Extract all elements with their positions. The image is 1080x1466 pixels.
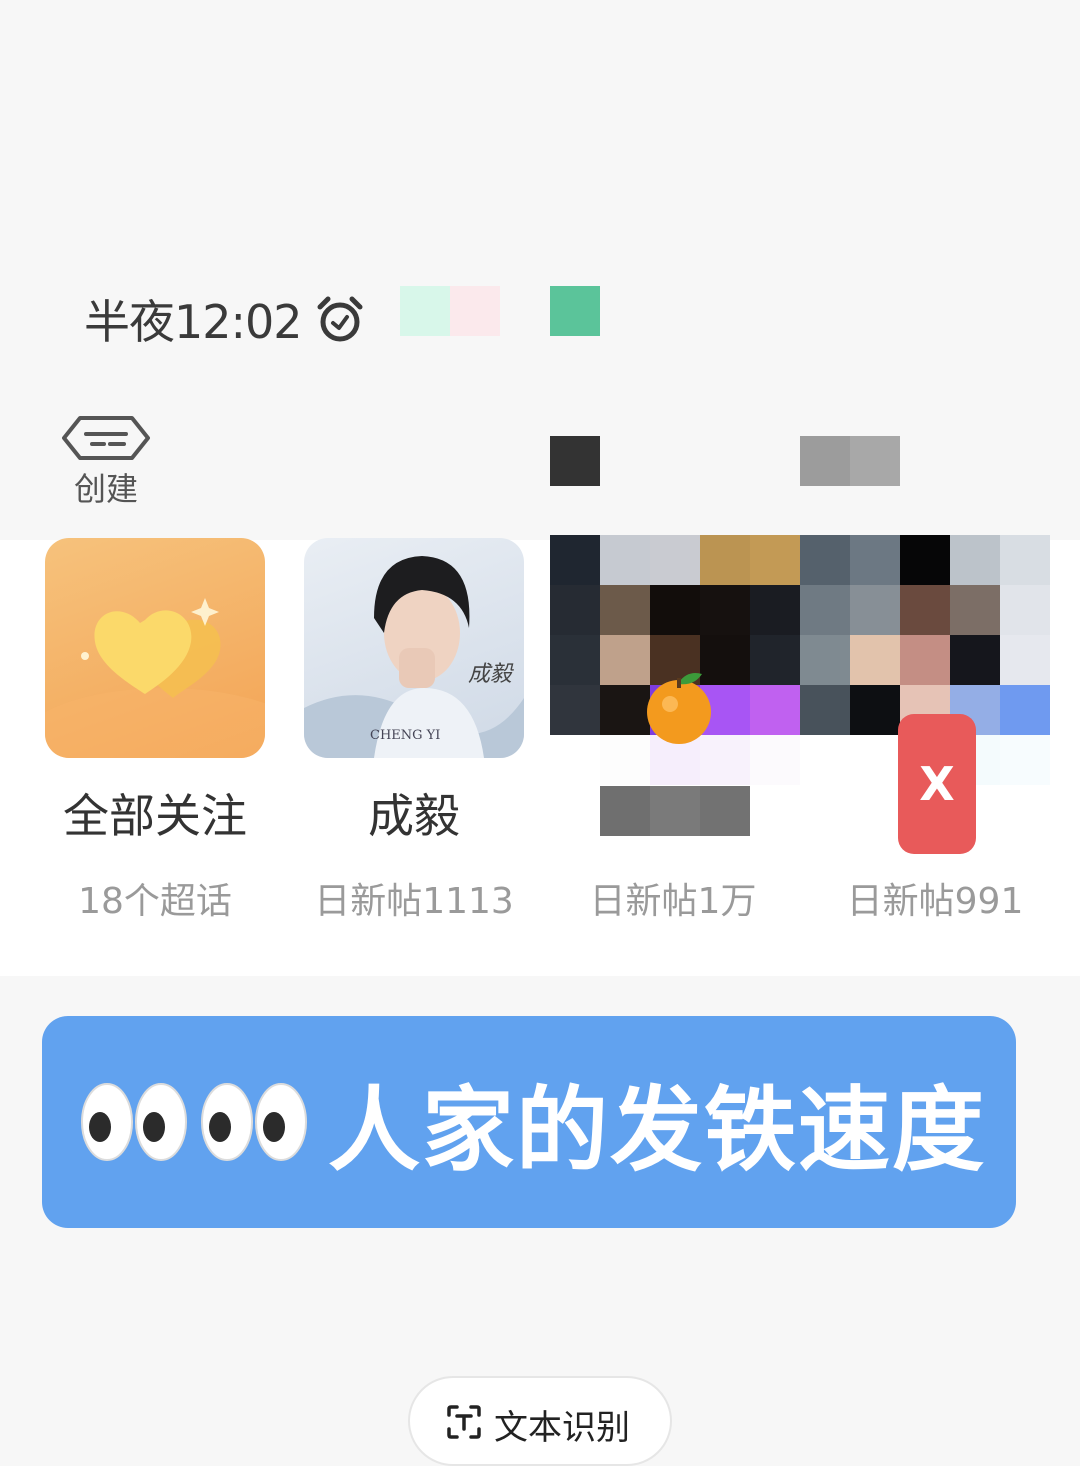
all-follow-card[interactable]	[45, 538, 265, 758]
eyes-icon	[200, 1079, 308, 1165]
topic-name-chengyi: 成毅	[368, 789, 460, 843]
topic-subtitle-chengyi: 日新帖1113	[314, 881, 514, 922]
banner-caption: 人家的发铁速度	[328, 1076, 987, 1184]
chengyi-card[interactable]: 成毅 CHENG YI	[304, 538, 524, 758]
status-mosaic-2	[450, 286, 500, 336]
alarm-clock-icon	[317, 296, 363, 342]
toolbar-mosaic-3	[850, 436, 900, 486]
text-recognition-button[interactable]: 文本识别	[408, 1376, 672, 1466]
orange-fruit-icon	[647, 673, 711, 744]
toolbar-mosaic-2	[800, 436, 850, 486]
close-button[interactable]: X	[898, 714, 976, 854]
status-bar: 半夜12:02	[84, 284, 366, 354]
name-mosaic-1	[600, 786, 650, 836]
eyes-icon	[80, 1079, 188, 1165]
status-mosaic-1	[400, 286, 450, 336]
chengyi-cover-image	[304, 556, 524, 758]
name-mosaic-2	[650, 786, 700, 836]
caption-banner: 人家的发铁速度	[42, 1016, 1016, 1228]
name-mosaic-3	[700, 786, 750, 836]
status-time: 半夜12:02	[84, 295, 303, 349]
chengyi-cover-title: 成毅	[468, 662, 513, 687]
status-mosaic-3	[550, 286, 600, 336]
topic-subtitle-4: 日新帖991	[846, 881, 1024, 922]
heart-icon	[45, 598, 265, 758]
topic-name-all: 全部关注	[63, 789, 247, 843]
create-button[interactable]: 创建	[58, 412, 154, 508]
text-recognition-label: 文本识别	[494, 1408, 630, 1448]
create-label: 创建	[73, 470, 138, 508]
topic-subtitle-3: 日新帖1万	[589, 881, 757, 922]
eyes-emoji-group	[80, 1079, 320, 1165]
topic-subtitle-all: 18个超话	[78, 881, 232, 922]
toolbar-mosaic-1	[550, 436, 600, 486]
create-tag-icon	[62, 416, 150, 460]
chengyi-cover-caption: CHENG YI	[370, 728, 441, 743]
